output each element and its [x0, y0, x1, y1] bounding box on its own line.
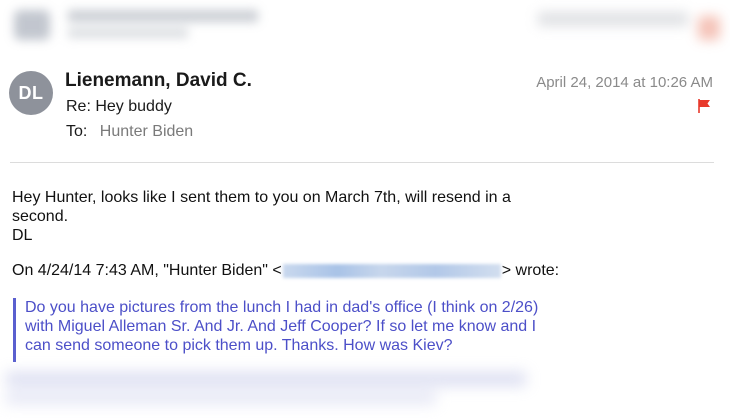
sender-name: Lienemann, David C. [65, 70, 252, 91]
signature: DL [12, 227, 33, 244]
flag-icon[interactable] [698, 99, 711, 113]
quoted-message: Do you have pictures from the lunch I ha… [13, 298, 565, 362]
redacted-header-right [538, 6, 722, 42]
header-divider [10, 162, 714, 163]
redacted-email [282, 264, 501, 278]
body-line: Hey Hunter, looks like I sent them to yo… [12, 189, 511, 225]
quote-attribution: On 4/24/14 7:43 AM, "Hunter Biden" < > w… [12, 262, 559, 280]
redacted-footer [6, 364, 546, 408]
redacted-header-left [8, 4, 263, 46]
message-subject: Re: Hey buddy [66, 98, 172, 115]
message-date: April 24, 2014 at 10:26 AM [536, 74, 713, 91]
quote-attribution-prefix: On 4/24/14 7:43 AM, "Hunter Biden" < [12, 262, 282, 279]
quoted-text: Do you have pictures from the lunch I ha… [25, 299, 539, 354]
avatar: DL [9, 71, 53, 115]
recipient-row: To: Hunter Biden [66, 123, 193, 141]
recipient-name[interactable]: Hunter Biden [100, 123, 193, 140]
to-label: To: [66, 123, 88, 140]
quote-attribution-suffix: > wrote: [501, 262, 560, 279]
message-body: Hey Hunter, looks like I sent them to yo… [12, 188, 532, 245]
